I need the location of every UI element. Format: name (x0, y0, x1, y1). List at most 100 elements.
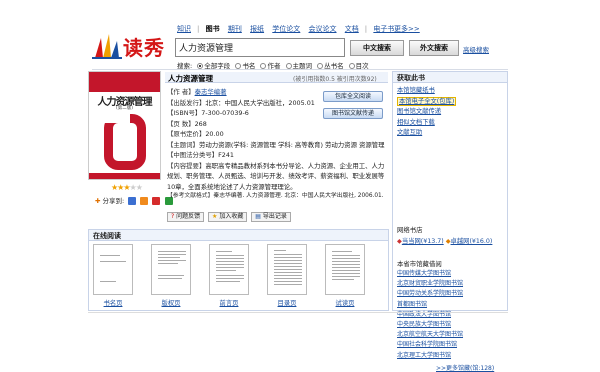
page-label-title[interactable]: 书名页 (91, 298, 135, 307)
logo-bars-icon (92, 34, 122, 59)
top-nav: 知识 | 图书 期刊 报纸 学位论文 会议论文 文档 | 电子书 (177, 24, 400, 34)
online-read-title: 在线阅读 (89, 230, 388, 241)
cover-graphic-notch (104, 114, 130, 123)
page-thumb-preview[interactable] (325, 244, 365, 295)
detail-key: 【原书定价】 (167, 130, 206, 138)
foreign-search-button[interactable]: 外文搜索 (409, 40, 459, 56)
detail-key: 【作 者】 (167, 88, 195, 96)
detail-key: 【页 数】 (167, 119, 195, 128)
detail-summary: 【内容提要】高职高专精品教材系列本书分导论、人力资源、企业用工、人力规划、职务管… (167, 161, 389, 193)
library-link[interactable]: 北京理工大学图书馆 (397, 352, 451, 359)
export-record-button[interactable]: ▤ 导出记录 (251, 212, 291, 222)
library-link[interactable]: 首都图书馆 (397, 301, 427, 308)
page-thumb-title[interactable] (93, 244, 133, 295)
book-cover[interactable]: 人力资源管理 (第二版) (88, 71, 161, 180)
cover-band (89, 72, 160, 92)
more-libraries-link[interactable]: >>更多馆藏(馆:128) (436, 363, 494, 372)
share-bar: ✚ 分享到: (95, 195, 173, 205)
author-link[interactable]: 秦志华编著 (195, 88, 227, 96)
page-thumb-toc[interactable] (267, 244, 307, 295)
paper-holdings-link[interactable]: 本馆馆藏纸书 (397, 87, 435, 94)
doc-exchange-link[interactable]: 文献互助 (397, 129, 422, 136)
add-favorite-button[interactable]: ★ 加入收藏 (208, 212, 248, 222)
joyo-link[interactable]: 卓越网(¥16.0) (451, 238, 493, 245)
detail-value: 7-300-07039-6 (201, 109, 249, 117)
detail-key: 【主题词】 (167, 140, 199, 149)
question-icon: ? (171, 213, 175, 220)
button-label: 加入收藏 (219, 213, 244, 220)
detail-value: 劳动力资源(学科: 资源管理 学科: 高等教育) 劳动力资源 资源管理 (198, 140, 385, 149)
online-read-panel: 在线阅读 书名页 版权页 前言页 目录页 试读页 (88, 229, 389, 311)
nav-journals[interactable]: 期刊 (228, 25, 242, 33)
detail-value: F241 (218, 151, 234, 159)
library-link[interactable]: 中国传媒大学图书馆 (397, 270, 451, 277)
online-stores-title: 网络书店 (397, 226, 423, 234)
similar-docs-link[interactable]: 相似文档下载 (397, 119, 435, 126)
star-icon: ★ (212, 213, 218, 220)
detail-key: 【内容提要】 (167, 161, 206, 170)
page-label-copyright[interactable]: 版权页 (149, 298, 193, 307)
detail-value: 268 (194, 119, 207, 128)
cover-band (89, 173, 160, 179)
page-label-preview[interactable]: 试读页 (323, 298, 367, 307)
detail-price: 【原书定价】20.00 (167, 129, 389, 140)
nav-separator: | (364, 25, 368, 33)
document-delivery-link[interactable]: 图书馆文献传递 (397, 108, 441, 115)
duxiu-logo[interactable]: 读秀 (92, 28, 167, 62)
full-text-read-button[interactable]: 包库全文阅读 (323, 91, 383, 102)
page-label-preface[interactable]: 前言页 (207, 298, 251, 307)
detail-value: 秦志华编著. 人力资源管理. 北京：中国人民大学出版社, 2006.01. (213, 193, 384, 199)
detail-value: 20.00 (205, 130, 224, 138)
detail-citation: 【参考文献格式】秦志华编著. 人力资源管理. 北京：中国人民大学出版社, 200… (167, 192, 389, 201)
page-thumb-copyright[interactable] (151, 244, 191, 295)
nav-knowledge[interactable]: 知识 (177, 25, 191, 33)
nav-theses[interactable]: 学位论文 (272, 25, 300, 33)
chinese-search-button[interactable]: 中文搜索 (350, 40, 404, 56)
libraries-title: 本省市馆藏借阅 (397, 260, 442, 268)
library-link[interactable]: 北京财贸职业学院图书馆 (397, 280, 463, 287)
footer-divider (88, 312, 508, 313)
share-weibo-icon[interactable] (152, 197, 161, 205)
library-delivery-button[interactable]: 图书馆文献传递 (323, 108, 383, 119)
advanced-search-link[interactable]: 高级搜索 (463, 44, 489, 54)
share-label: 分享到: (102, 197, 125, 205)
cover-subtitle: (第二版) (115, 106, 133, 111)
search-input[interactable] (175, 38, 345, 57)
share-qzone-icon[interactable] (128, 197, 137, 205)
dangdang-link[interactable]: 当当网(¥13.7) (402, 238, 444, 245)
detail-subject: 【主题词】劳动力资源(学科: 资源管理 学科: 高等教育) 劳动力资源 资源管理 (167, 140, 389, 151)
nav-newspapers[interactable]: 报纸 (250, 25, 264, 33)
nav-more-link[interactable]: 更多>> (394, 24, 420, 34)
nav-ebooks[interactable]: 电子书 (373, 25, 394, 33)
button-label: 导出记录 (262, 213, 287, 220)
library-link[interactable]: 中国劳动关系学院图书馆 (397, 290, 463, 297)
library-link[interactable]: 北京航空航天大学图书馆 (397, 331, 463, 338)
nav-separator: | (197, 25, 200, 33)
logo-text: 读秀 (123, 36, 165, 60)
detail-key: 【ISBN号】 (167, 109, 202, 117)
library-link[interactable]: 中央民族大学图书馆 (397, 321, 451, 328)
nav-books[interactable]: 图书 (206, 25, 220, 33)
nav-documents[interactable]: 文档 (345, 25, 359, 33)
button-label: 问题反馈 (176, 213, 201, 220)
feedback-button[interactable]: ? 问题反馈 (167, 212, 205, 222)
rating-stars[interactable]: ★★★★★ (111, 183, 143, 192)
export-icon: ▤ (255, 213, 261, 220)
detail-key: 【中图法分类号】 (167, 151, 219, 159)
panel-title: 获取此书 (393, 72, 507, 83)
share-renren-icon[interactable] (140, 197, 149, 205)
detail-key: 【参考文献格式】 (167, 193, 214, 199)
nav-conference[interactable]: 会议论文 (309, 25, 337, 33)
library-link[interactable]: 中国社会科学院图书馆 (397, 341, 457, 348)
citation-stats: (被引用指数0.5 被引用次数92) (293, 76, 377, 83)
share-icon: ✚ (95, 197, 101, 205)
book-details: 【作 者】秦志华编著 【出版发行】北京：中国人民大学出版社，2005.01 【I… (167, 87, 389, 201)
get-book-panel: 获取此书 本馆馆藏纸书 本馆电子全文(包库) 图书馆文献传递 相似文档下载 文献… (392, 71, 508, 372)
page-thumb-preface[interactable] (209, 244, 249, 295)
page-label-toc[interactable]: 目录页 (265, 298, 309, 307)
action-bar: ? 问题反馈 ★ 加入收藏 ▤ 导出记录 (167, 212, 293, 222)
detail-key: 【出版发行】 (167, 98, 206, 107)
book-title: 人力资源管理 (168, 74, 213, 83)
ebook-fulltext-link[interactable]: 本馆电子全文(包库) (397, 96, 457, 106)
library-list: 中国传媒大学图书馆 北京财贸职业学院图书馆 中国劳动关系学院图书馆 首都图书馆 … (397, 269, 463, 361)
